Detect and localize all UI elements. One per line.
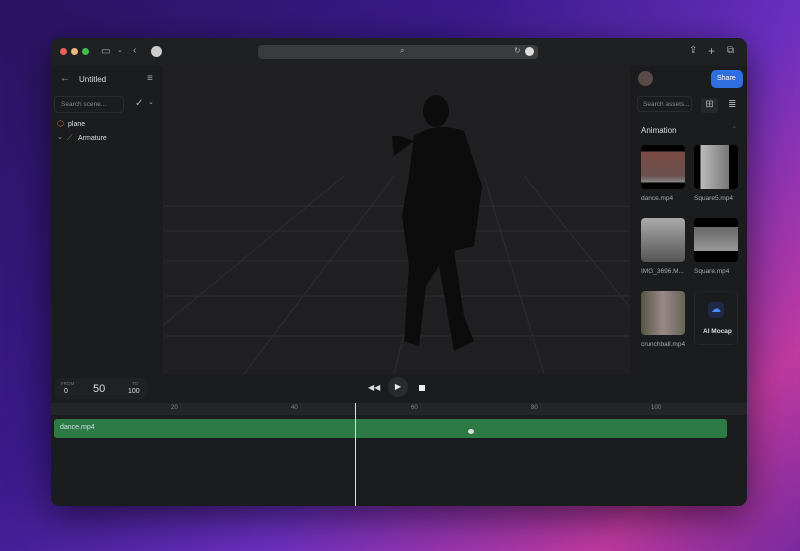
asset-label: IMG_3696.M... (641, 268, 684, 275)
share-button[interactable]: Share (711, 70, 743, 88)
asset-thumbnail-dance[interactable] (641, 145, 685, 189)
scene-search-input[interactable]: Search scene... (54, 96, 124, 113)
asset-search-input[interactable]: Search assets... (637, 96, 692, 112)
ruler-tick-label: 20 (171, 405, 178, 411)
timeline-ruler[interactable]: 20 40 60 80 100 (51, 403, 747, 415)
to-input[interactable]: 100 (128, 388, 140, 395)
address-bar[interactable]: ⌕ ↻ (258, 45, 538, 59)
ruler-tick-label: 60 (411, 405, 418, 411)
asset-thumbnail-square5[interactable] (694, 145, 738, 189)
asset-thumbnail-crunchball[interactable] (641, 291, 685, 335)
cube-icon: ⬡ (57, 119, 64, 128)
list-view-icon[interactable]: ≣ (728, 100, 736, 110)
timeline-panel: FROM 0 50 TO 100 ◀◀ ▶ 20 40 60 80 100 dance.… (51, 374, 747, 506)
from-label: FROM (61, 381, 75, 386)
back-icon[interactable]: ‹ (133, 46, 136, 56)
collapse-icon[interactable]: ⌃ (731, 126, 738, 134)
scene-panel: ← Untitled ≡ Search scene... ✓ ⌄ ⬡ plane… (51, 66, 164, 374)
share-icon[interactable]: ⇪ (689, 46, 697, 56)
cloud-upload-icon: ☁ (708, 302, 724, 318)
floor-grid (164, 95, 630, 374)
ai-mocap-button[interactable]: ☁ AI Mocap (694, 291, 738, 345)
playhead[interactable] (355, 403, 356, 506)
cursor-icon (468, 429, 474, 434)
check-icon[interactable]: ✓ (135, 99, 143, 109)
more-icon[interactable] (525, 47, 534, 56)
rewind-icon[interactable]: ◀◀ (368, 384, 380, 392)
current-frame-input[interactable]: 50 (93, 383, 105, 395)
browser-toolbar: ▭ ⌄ ‹ ⌕ ↻ ⇪ + ⧉ (51, 38, 747, 66)
back-arrow-icon[interactable]: ← (60, 74, 70, 84)
asset-thumbnail-square[interactable] (694, 218, 738, 262)
tree-item-armature[interactable]: Armature (78, 135, 107, 142)
3d-viewport[interactable] (164, 66, 630, 374)
asset-thumbnail-img3696[interactable] (641, 218, 685, 262)
search-placeholder: Search assets... (643, 101, 690, 108)
from-input[interactable]: 0 (64, 388, 68, 395)
stop-icon[interactable] (419, 385, 425, 391)
grid-view-icon[interactable]: ⊞ (701, 98, 718, 113)
reload-icon[interactable]: ↻ (514, 47, 521, 55)
close-window-button[interactable] (60, 48, 67, 55)
section-title-animation: Animation (641, 126, 677, 135)
ruler-tick-label: 40 (291, 405, 298, 411)
chevron-down-icon[interactable]: ⌄ (148, 99, 154, 106)
asset-label: Square5.mp4 (694, 195, 734, 202)
play-button[interactable]: ▶ (388, 377, 408, 397)
menu-icon[interactable]: ≡ (147, 74, 153, 84)
search-icon: ⌕ (400, 46, 405, 55)
site-favicon-icon (151, 46, 162, 57)
bone-icon: ⟋ (67, 133, 73, 142)
search-placeholder: Search scene... (61, 101, 107, 108)
new-tab-icon[interactable]: + (708, 45, 715, 57)
chevron-down-icon[interactable]: ⌄ (57, 134, 63, 141)
minimize-window-button[interactable] (71, 48, 78, 55)
clip-label: dance.mp4 (60, 424, 95, 431)
character-model (392, 95, 482, 351)
frame-range: FROM 0 50 TO 100 (55, 378, 147, 399)
assets-panel: Share Search assets... ⊞ ≣ Animation ⌃ d… (630, 66, 747, 374)
to-label: TO (132, 381, 139, 386)
share-label: Share (717, 75, 736, 82)
asset-label: crunchball.mp4 (641, 341, 686, 348)
asset-label: Square.mp4 (694, 268, 730, 275)
project-title: Untitled (79, 75, 107, 84)
sidebar-toggle-icon[interactable]: ▭ (101, 47, 110, 57)
chevron-down-icon[interactable]: ⌄ (117, 47, 123, 54)
asset-label: dance.mp4 (641, 195, 674, 202)
ruler-tick-label: 100 (651, 405, 662, 411)
browser-window: ▭ ⌄ ‹ ⌕ ↻ ⇪ + ⧉ ← Untitled ≡ Search scen… (51, 38, 747, 506)
avatar[interactable] (638, 71, 653, 86)
tree-item-plane[interactable]: plane (68, 121, 85, 128)
tabs-overview-icon[interactable]: ⧉ (727, 46, 734, 56)
clip-dance[interactable]: dance.mp4 (54, 419, 727, 438)
maximize-window-button[interactable] (82, 48, 89, 55)
ai-mocap-label: AI Mocap (703, 328, 732, 335)
ruler-tick-label: 80 (531, 405, 538, 411)
